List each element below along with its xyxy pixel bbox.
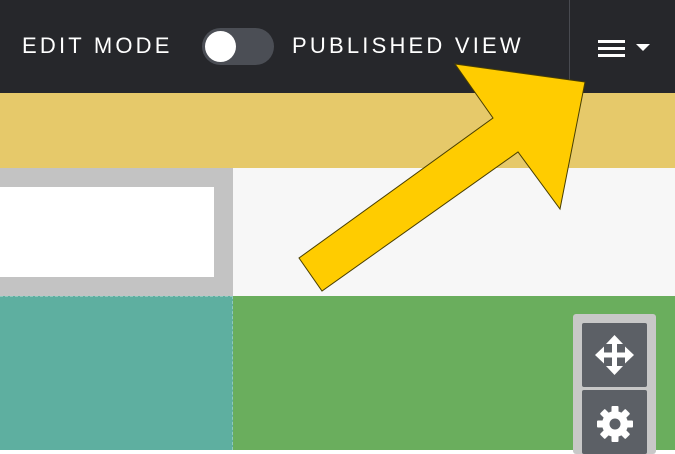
move-button[interactable] [582, 323, 647, 387]
block-tools-panel [573, 314, 656, 454]
yellow-banner-section[interactable] [0, 93, 675, 168]
gear-icon [597, 406, 633, 442]
teal-block[interactable] [0, 296, 233, 450]
toggle-knob [205, 31, 236, 62]
top-bar: EDIT MODE PUBLISHED VIEW [0, 0, 675, 93]
hamburger-menu-icon [598, 40, 625, 57]
edit-mode-label: EDIT MODE [22, 33, 173, 58]
input-section [0, 168, 233, 296]
text-input-box[interactable] [0, 187, 214, 277]
edit-published-toggle[interactable] [202, 28, 274, 65]
light-gray-section[interactable] [233, 168, 675, 296]
menu-button[interactable] [570, 0, 675, 93]
move-arrows-icon [595, 335, 634, 375]
settings-button[interactable] [582, 390, 647, 454]
caret-down-icon [636, 44, 650, 51]
published-view-label: PUBLISHED VIEW [292, 33, 524, 58]
